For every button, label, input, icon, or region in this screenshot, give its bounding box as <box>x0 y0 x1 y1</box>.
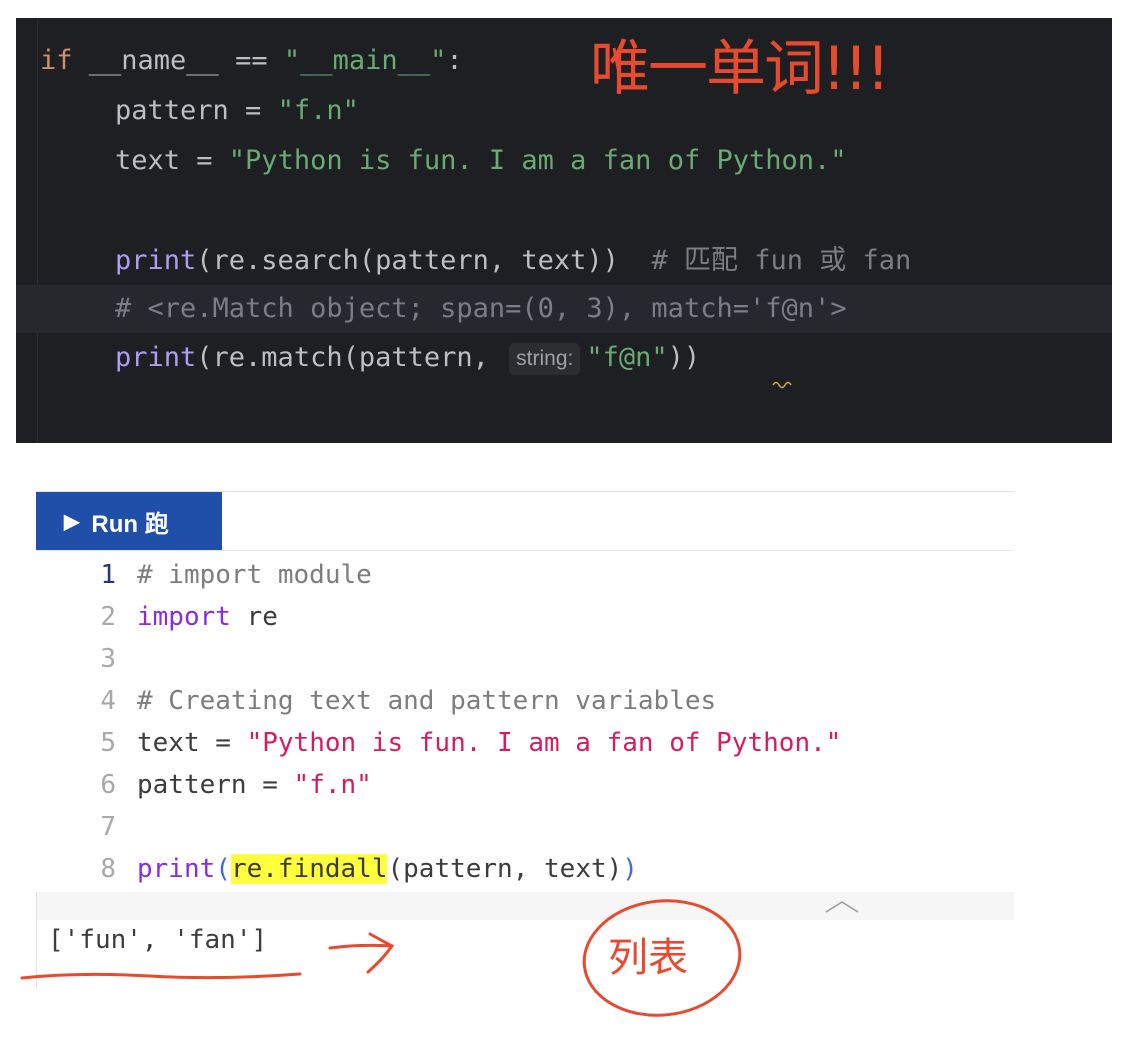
code-line: 6 pattern = "f.n" <box>36 764 1014 806</box>
run-button[interactable]: ▶ Run 跑 <box>36 492 222 550</box>
output-divider[interactable] <box>36 892 1014 920</box>
parameter-hint: string: <box>509 342 581 375</box>
ide-code-line-2: pattern = "f.n" <box>115 95 359 126</box>
program-output: ['fun', 'fan'] <box>48 925 268 955</box>
line-number: 7 <box>100 812 116 842</box>
code-line: 8 print(re.findall(pattern, text)) <box>36 848 1014 890</box>
chevron-up-icon[interactable] <box>824 898 860 914</box>
code-line: 1 # import module <box>36 554 1014 596</box>
editor-gutter-divider <box>37 18 38 443</box>
line-number: 3 <box>100 644 116 674</box>
output-underline-stroke <box>20 972 302 980</box>
code-line: 4 # Creating text and pattern variables <box>36 680 1014 722</box>
output-left-border <box>36 892 37 988</box>
code-line: 2 import re <box>36 596 1014 638</box>
code-editor[interactable]: 1 # import module 2 import re 3 4 # Creatin… <box>36 554 1014 890</box>
arrow-icon <box>328 932 395 974</box>
run-toolbar: ▶ Run 跑 <box>36 492 1014 551</box>
ide-code-line-5: print(re.search(pattern, text)) # 匹配 fun… <box>115 245 912 276</box>
ide-code-line-3: text = "Python is fun. I am a fan of Pyt… <box>115 145 847 176</box>
line-number: 5 <box>100 728 116 758</box>
ide-code-line-1: if __name__ == "__main__": <box>40 45 463 76</box>
line-number: 2 <box>100 602 116 632</box>
line-number: 4 <box>100 686 116 716</box>
warning-squiggle-icon <box>772 381 792 389</box>
line-number: 6 <box>100 770 116 800</box>
line-number: 1 <box>100 560 116 590</box>
ide-editor-panel[interactable]: if __name__ == "__main__": pattern = "f.… <box>16 18 1112 443</box>
handwritten-note-unique-words: 唯一单词!!! <box>590 34 890 104</box>
play-icon: ▶ <box>64 510 80 533</box>
handwritten-note-list: 列表 <box>608 935 688 981</box>
line-number: 8 <box>100 854 116 884</box>
run-button-label: Run 跑 <box>91 510 169 538</box>
code-line: 5 text = "Python is fun. I am a fan of Py… <box>36 722 1014 764</box>
code-line: 7 <box>36 806 1014 848</box>
code-line: 3 <box>36 638 1014 680</box>
ide-code-line-7: print(re.match(pattern, string: "f@n")) <box>115 342 701 375</box>
ide-code-line-6: # <re.Match object; span=(0, 3), match='… <box>115 293 847 324</box>
code-runner: ▶ Run 跑 1 # import module 2 import re 3 4 #… <box>36 491 1014 920</box>
highlighted-function: re.findall <box>230 854 388 884</box>
